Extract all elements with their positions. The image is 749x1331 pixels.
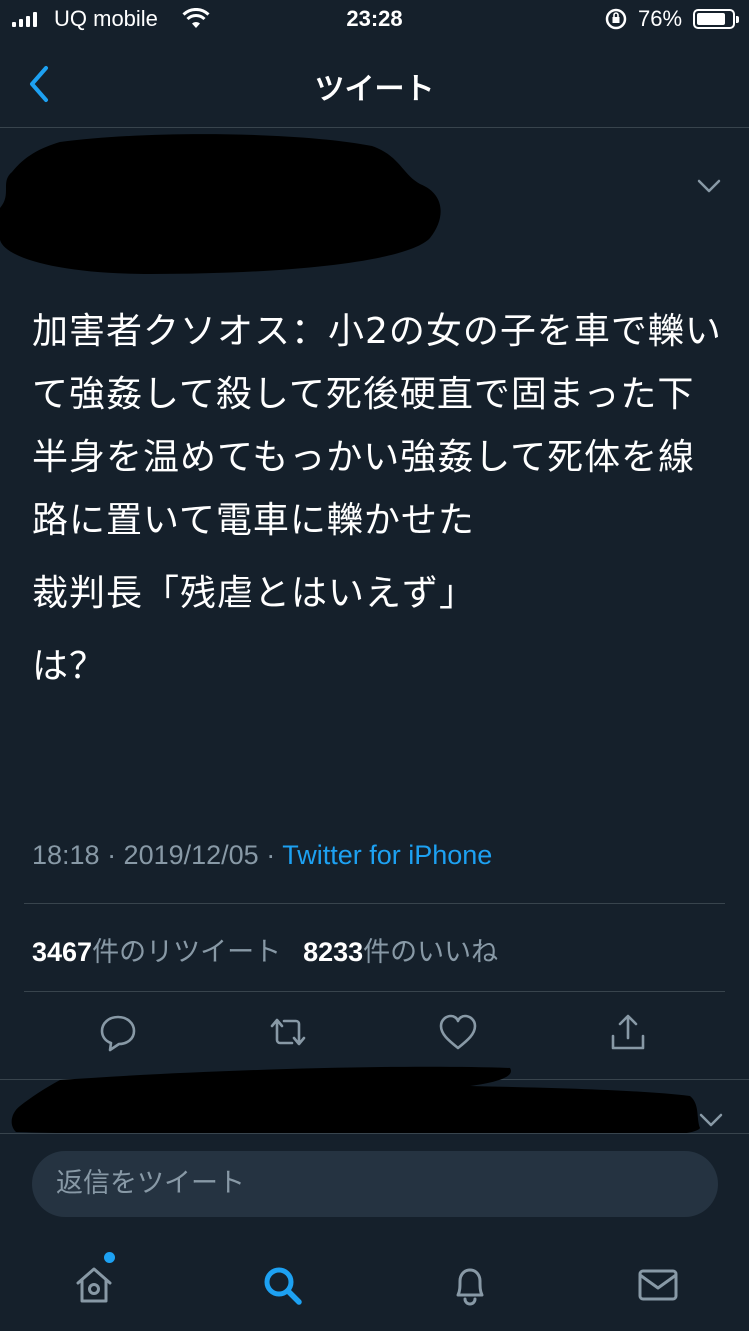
search-icon[interactable] — [258, 1261, 306, 1309]
tweet-paragraph: は？ — [32, 646, 107, 687]
tab-bar — [0, 1233, 749, 1331]
battery-icon — [693, 9, 739, 29]
divider — [24, 991, 725, 992]
redacted-next-tweet — [11, 1066, 700, 1139]
reply-input[interactable]: 返信をツイート — [32, 1151, 718, 1217]
comment-icon[interactable] — [96, 1010, 140, 1054]
tweet-meta: 18:18 · 2019/12/05 · Twitter for iPhone — [32, 840, 492, 871]
divider — [24, 903, 725, 904]
like-label: 件のいいね — [363, 937, 499, 967]
chevron-down-icon[interactable] — [694, 176, 724, 196]
rotation-lock-icon — [605, 8, 627, 30]
redacted-author-block — [0, 134, 441, 274]
retweet-icon[interactable] — [266, 1010, 310, 1054]
tweet-paragraph: 裁判長「残虐とはいえず」 — [32, 573, 477, 614]
status-bar: UQ mobile 23:28 76% — [0, 0, 749, 40]
clock: 23:28 — [346, 6, 403, 31]
retweet-stat[interactable]: 3467件のリツイート — [32, 937, 281, 967]
notification-dot — [104, 1252, 115, 1263]
envelope-icon[interactable] — [634, 1261, 682, 1309]
tweet-stats: 3467件のリツイート 8233件のいいね — [32, 930, 498, 969]
tweet-source-link[interactable]: Twitter for iPhone — [282, 840, 492, 870]
page-title: ツイート — [314, 72, 435, 107]
home-icon[interactable] — [70, 1261, 118, 1309]
battery-percent: 76% — [638, 6, 683, 31]
tweet-paragraph: 加害者クソオス：小2の女の子を車で轢いて強姦して殺して死後硬直で固まった下半身を… — [32, 311, 722, 541]
tweet-action-bar — [0, 1010, 749, 1068]
tweet-text: 加害者クソオス：小2の女の子を車で轢いて強姦して殺して死後硬直で固まった下半身を… — [32, 300, 722, 708]
heart-icon[interactable] — [436, 1010, 480, 1054]
share-icon[interactable] — [606, 1010, 650, 1054]
retweet-label: 件のリツイート — [92, 937, 282, 967]
nav-bar: ツイート — [0, 40, 749, 128]
bell-icon[interactable] — [446, 1261, 494, 1309]
tweet-timestamp: 18:18 · 2019/12/05 · — [32, 840, 283, 870]
like-stat[interactable]: 8233件のいいね — [303, 937, 498, 967]
like-count: 8233 — [303, 937, 364, 967]
retweet-count: 3467 — [32, 937, 93, 967]
chevron-down-icon[interactable] — [696, 1110, 726, 1130]
reply-bar: 返信をツイート — [0, 1133, 749, 1233]
